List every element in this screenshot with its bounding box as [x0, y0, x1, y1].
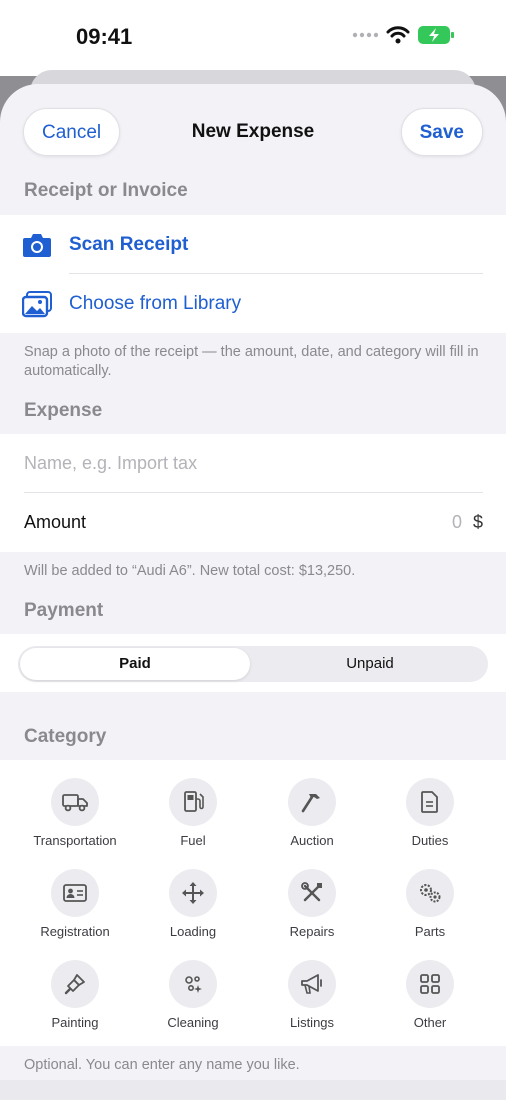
receipt-group: Scan Receipt Choose from Library: [0, 215, 506, 333]
wrench-screwdriver-icon: [301, 882, 322, 902]
amount-label: Amount: [24, 512, 87, 532]
choose-library-label: Choose from Library: [69, 292, 242, 314]
category-label: Painting: [51, 1015, 99, 1030]
background-content-peek: [0, 1080, 506, 1100]
status-bar: 09:41: [0, 0, 506, 76]
payment-group: Paid Unpaid: [0, 634, 506, 692]
category-label: Duties: [411, 833, 449, 848]
category-label: Registration: [40, 924, 110, 939]
expense-group: Name, e.g. Import tax Amount 0 $: [0, 434, 506, 552]
category-repairs[interactable]: Repairs: [253, 869, 371, 939]
scan-receipt-row[interactable]: Scan Receipt: [0, 215, 506, 274]
new-expense-sheet: Cancel New Expense Save Receipt or Invoi…: [0, 84, 506, 1100]
section-header-payment: Payment: [24, 600, 104, 621]
wifi-icon: [386, 26, 410, 44]
photo-library-icon: [22, 291, 52, 318]
name-field-row[interactable]: Name, e.g. Import tax: [0, 434, 506, 493]
save-button[interactable]: Save: [400, 108, 483, 156]
category-group: Transportation Fuel Auction Duties Regis…: [0, 760, 506, 1046]
category-auction[interactable]: Auction: [253, 778, 371, 848]
category-loading[interactable]: Loading: [134, 869, 252, 939]
sparkles-icon: [185, 976, 202, 993]
choose-library-row[interactable]: Choose from Library: [0, 274, 506, 333]
category-transportation[interactable]: Transportation: [16, 778, 134, 848]
move-arrows-icon: [182, 882, 204, 904]
nav-bar: Cancel New Expense Save: [0, 84, 506, 180]
gears-icon: [420, 884, 441, 903]
receipt-footnote: Snap a photo of the receipt — the amount…: [24, 344, 479, 379]
amount-input[interactable]: 0: [452, 512, 462, 533]
category-listings[interactable]: Listings: [253, 960, 371, 1030]
currency-symbol: $: [472, 512, 483, 532]
section-header-expense: Expense: [24, 400, 103, 421]
category-footnote: Optional. You can enter any name you lik…: [24, 1057, 300, 1073]
category-label: Repairs: [289, 924, 335, 939]
category-label: Auction: [290, 833, 334, 848]
category-cleaning[interactable]: Cleaning: [134, 960, 252, 1030]
category-fuel[interactable]: Fuel: [134, 778, 252, 848]
segment-unpaid[interactable]: Unpaid: [254, 648, 486, 680]
fuel-pump-icon: [184, 791, 204, 812]
category-label: Transportation: [33, 833, 117, 848]
document-icon: [421, 791, 438, 813]
truck-icon: [62, 794, 88, 812]
status-time: 09:41: [76, 24, 133, 49]
category-painting[interactable]: Painting: [16, 960, 134, 1030]
payment-segmented-control: Paid Unpaid: [18, 646, 488, 682]
hammer-icon: [301, 794, 320, 813]
battery-charging-icon: [418, 26, 454, 44]
category-label: Listings: [289, 1015, 335, 1030]
camera-icon: [23, 234, 51, 257]
category-label: Other: [413, 1015, 447, 1030]
id-card-icon: [63, 884, 87, 902]
status-icons: [352, 26, 454, 44]
scan-receipt-label: Scan Receipt: [69, 233, 189, 255]
category-parts[interactable]: Parts: [371, 869, 489, 939]
paint-brush-icon: [64, 974, 85, 995]
category-label: Fuel: [180, 833, 206, 848]
category-registration[interactable]: Registration: [16, 869, 134, 939]
grid-icon: [420, 974, 440, 994]
expense-name-input[interactable]: Name, e.g. Import tax: [24, 453, 197, 474]
category-duties[interactable]: Duties: [371, 778, 489, 848]
category-label: Cleaning: [167, 1015, 219, 1030]
amount-row[interactable]: Amount 0 $: [0, 493, 506, 552]
segment-paid[interactable]: Paid: [20, 648, 250, 680]
megaphone-icon: [301, 974, 322, 994]
section-header-receipt: Receipt or Invoice: [24, 180, 188, 201]
category-label: Loading: [169, 924, 217, 939]
section-header-category: Category: [24, 726, 107, 747]
expense-footnote: Will be added to “Audi A6”. New total co…: [24, 563, 356, 579]
category-label: Parts: [414, 924, 446, 939]
signal-dots-icon: [352, 32, 378, 38]
category-other[interactable]: Other: [371, 960, 489, 1030]
